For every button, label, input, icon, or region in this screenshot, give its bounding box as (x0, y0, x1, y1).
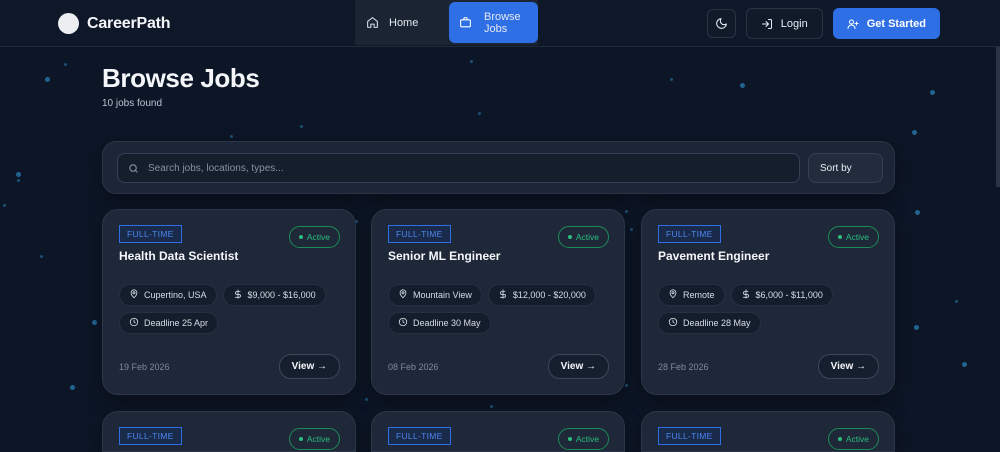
map-pin-icon (129, 289, 139, 301)
view-job-button[interactable]: View → (278, 354, 340, 379)
search-input[interactable] (148, 162, 788, 174)
nav-actions: Login Get Started (706, 8, 940, 39)
salary-chip: $9,000 - $16,000 (222, 284, 326, 306)
page-title: Browse Jobs (102, 63, 260, 93)
job-title: Senior ML Engineer (388, 249, 501, 263)
top-navbar: CareerPath Home Browse Jobs Login Get St… (0, 0, 1000, 47)
user-plus-icon (847, 18, 859, 30)
job-card[interactable]: FULL-TIME Active Pavement Engineer Remot… (641, 209, 895, 395)
sort-by-button[interactable]: Sort by (808, 153, 883, 183)
jobs-count: 10 jobs found (102, 98, 163, 109)
status-badge: Active (288, 226, 340, 248)
job-card[interactable]: FULL-TIME Active (371, 411, 625, 452)
login-icon (761, 18, 773, 30)
search-icon (128, 163, 139, 174)
moon-icon (715, 17, 728, 30)
nav-browse-jobs-label: Browse Jobs (484, 10, 521, 35)
posted-date: 08 Feb 2026 (388, 362, 439, 372)
posted-date: 28 Feb 2026 (658, 362, 709, 372)
theme-toggle-button[interactable] (706, 9, 736, 38)
job-card[interactable]: FULL-TIME Active (641, 411, 895, 452)
job-card[interactable]: FULL-TIME Active (102, 411, 356, 452)
search-box[interactable] (117, 153, 800, 183)
brand-name: CareerPath (87, 14, 171, 32)
job-type-badge: FULL-TIME (119, 427, 182, 445)
location-chip: Remote (658, 284, 725, 306)
status-badge: Active (827, 226, 879, 248)
job-card[interactable]: FULL-TIME Active Health Data Scientist C… (102, 209, 356, 395)
get-started-label: Get Started (866, 17, 926, 30)
clock-icon (668, 317, 678, 329)
job-type-badge: FULL-TIME (388, 225, 451, 243)
status-badge: Active (288, 428, 340, 450)
dollar-icon (498, 289, 508, 301)
get-started-button[interactable]: Get Started (832, 8, 940, 39)
search-panel: Sort by (102, 141, 895, 194)
brand[interactable]: CareerPath (58, 13, 171, 34)
status-badge: Active (557, 226, 609, 248)
login-label: Login (780, 17, 808, 30)
nav-browse-jobs[interactable]: Browse Jobs (449, 2, 538, 43)
home-icon (366, 16, 379, 29)
dollar-icon (741, 289, 751, 301)
deadline-chip: Deadline 30 May (388, 312, 491, 334)
deadline-chip: Deadline 28 May (658, 312, 761, 334)
map-pin-icon (668, 289, 678, 301)
nav-home[interactable]: Home (355, 0, 449, 45)
page-scrollbar[interactable] (996, 47, 1000, 187)
job-type-badge: FULL-TIME (658, 225, 721, 243)
view-job-button[interactable]: View → (547, 354, 609, 379)
job-title: Health Data Scientist (119, 249, 239, 263)
login-button[interactable]: Login (745, 8, 823, 39)
location-chip: Cupertino, USA (119, 284, 217, 306)
nav-home-label: Home (389, 16, 419, 29)
job-title: Pavement Engineer (658, 249, 770, 263)
view-job-button[interactable]: View → (817, 354, 879, 379)
deadline-chip: Deadline 25 Apr (119, 312, 219, 334)
salary-chip: $12,000 - $20,000 (487, 284, 596, 306)
brand-logo (58, 13, 79, 34)
nav-links: Home Browse Jobs (355, 0, 538, 45)
map-pin-icon (398, 289, 408, 301)
salary-chip: $6,000 - $11,000 (730, 284, 833, 306)
job-type-badge: FULL-TIME (658, 427, 721, 445)
location-chip: Mountain View (388, 284, 482, 306)
dollar-icon (233, 289, 243, 301)
job-type-badge: FULL-TIME (388, 427, 451, 445)
status-badge: Active (827, 428, 879, 450)
clock-icon (398, 317, 408, 329)
status-badge: Active (557, 428, 609, 450)
job-type-badge: FULL-TIME (119, 225, 182, 243)
job-card[interactable]: FULL-TIME Active Senior ML Engineer Moun… (371, 209, 625, 395)
briefcase-icon (459, 16, 472, 29)
posted-date: 19 Feb 2026 (119, 362, 170, 372)
clock-icon (129, 317, 139, 329)
